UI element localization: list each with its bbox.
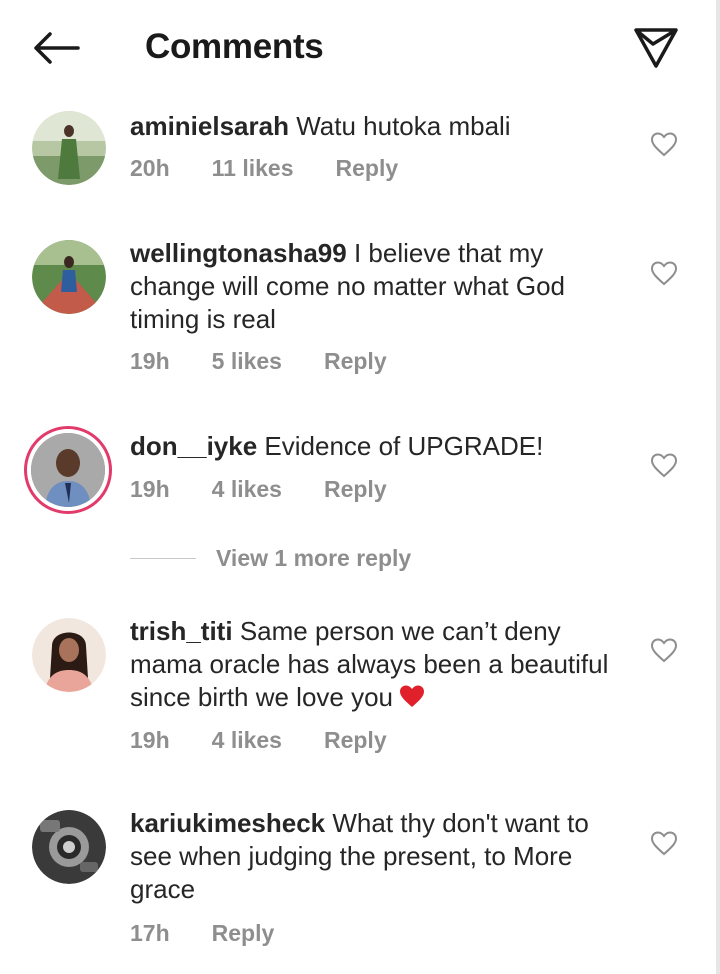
comment-text: wellingtonasha99 I believe that my chang… xyxy=(130,237,610,336)
story-avatar[interactable] xyxy=(24,426,112,514)
comment-likes[interactable]: 11 likes xyxy=(212,155,294,182)
comment-text: trish_titi Same person we can’t deny mam… xyxy=(130,615,610,717)
comment-time: 19h xyxy=(130,348,170,374)
comment-body: Watu hutoka mbali xyxy=(296,111,511,141)
comment-meta: 17h Reply xyxy=(130,920,316,947)
reply-button[interactable]: Reply xyxy=(336,155,399,182)
comment-body: Evidence of UPGRADE! xyxy=(264,431,544,461)
comment-likes[interactable]: 4 likes xyxy=(212,476,282,503)
comment-username[interactable]: trish_titi xyxy=(130,616,233,646)
send-icon[interactable] xyxy=(632,26,680,70)
like-heart-icon[interactable] xyxy=(650,131,678,157)
view-more-label: View 1 more reply xyxy=(216,544,412,571)
comment-text: don__iyke Evidence of UPGRADE! xyxy=(130,430,610,463)
reply-button[interactable]: Reply xyxy=(324,476,387,503)
scrollbar-track xyxy=(716,0,720,974)
like-heart-icon[interactable] xyxy=(650,452,678,478)
reply-button[interactable]: Reply xyxy=(212,920,275,947)
avatar[interactable] xyxy=(32,618,106,692)
avatar[interactable] xyxy=(32,240,106,314)
comment-time: 19h xyxy=(130,727,170,753)
divider xyxy=(130,557,196,559)
comment-username[interactable]: aminielsarah xyxy=(130,111,289,141)
comment-username[interactable]: don__iyke xyxy=(130,431,257,461)
header: Comments xyxy=(0,0,720,96)
comment-time: 19h xyxy=(130,476,170,502)
comment-time: 20h xyxy=(130,155,170,181)
comment-meta: 20h 11 likes Reply xyxy=(130,155,440,182)
red-heart-emoji-icon xyxy=(397,683,427,717)
avatar[interactable] xyxy=(32,810,106,884)
back-arrow-icon[interactable] xyxy=(30,28,82,68)
comment-likes[interactable]: 4 likes xyxy=(212,727,282,754)
like-heart-icon[interactable] xyxy=(650,260,678,286)
comment-username[interactable]: kariukimesheck xyxy=(130,808,325,838)
like-heart-icon[interactable] xyxy=(650,830,678,856)
reply-button[interactable]: Reply xyxy=(324,348,387,375)
comment-time: 17h xyxy=(130,920,170,946)
avatar[interactable] xyxy=(32,111,106,185)
comment-likes[interactable]: 5 likes xyxy=(212,348,282,375)
comment-text: aminielsarah Watu hutoka mbali xyxy=(130,110,610,143)
page-title: Comments xyxy=(145,27,324,66)
like-heart-icon[interactable] xyxy=(650,637,678,663)
comment-text: kariukimesheck What thy don't want to se… xyxy=(130,807,610,906)
reply-button[interactable]: Reply xyxy=(324,727,387,754)
view-more-replies-button[interactable]: View 1 more reply xyxy=(130,542,411,574)
comment-meta: 19h 5 likes Reply xyxy=(130,348,429,375)
comment-meta: 19h 4 likes Reply xyxy=(130,727,429,754)
comment-username[interactable]: wellingtonasha99 xyxy=(130,238,347,268)
comment-meta: 19h 4 likes Reply xyxy=(130,476,429,503)
